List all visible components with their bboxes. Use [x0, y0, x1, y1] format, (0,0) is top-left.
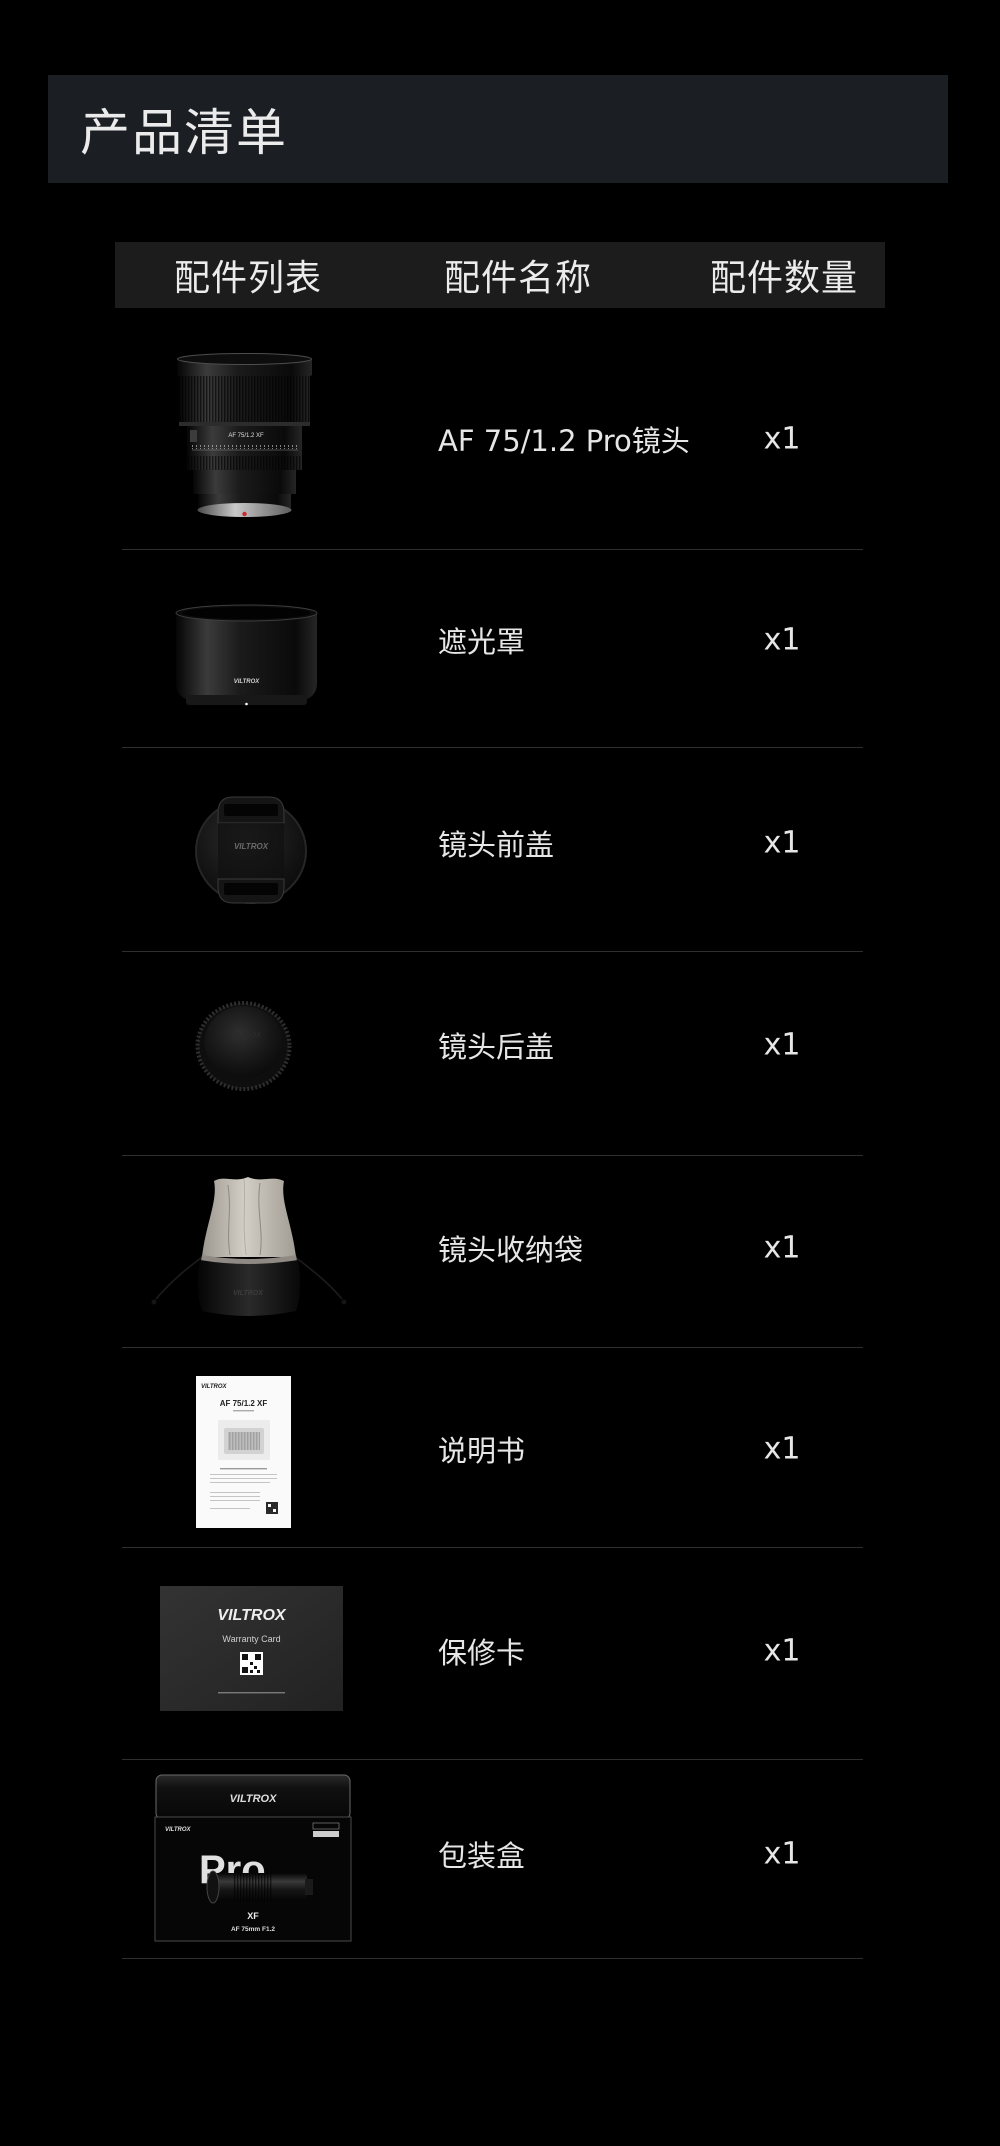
item-name: 保修卡: [438, 1636, 526, 1670]
cap-center-panel: [218, 823, 284, 879]
pouch-base: [197, 1260, 301, 1316]
manual-lens-photo: [218, 1420, 270, 1460]
lens-front-ring: [177, 353, 312, 376]
lens-label-text: AF 75/1.2 XF: [228, 433, 264, 439]
item-quantity: x1: [763, 421, 801, 457]
lens-label-section: AF 75/1.2 XF: [187, 426, 302, 456]
item-name: 镜头前盖: [438, 828, 555, 862]
lens-focus-ring: [179, 376, 310, 422]
manual-icon: VILTROX AF 75/1.2 XF: [196, 1376, 291, 1528]
item-quantity: x1: [763, 622, 801, 658]
item-name: 遮光罩: [438, 625, 526, 659]
lens-aperture-ring: [187, 456, 302, 470]
manual-subtitle-line: [233, 1410, 254, 1412]
warranty-title-text: Warranty Card: [222, 1634, 280, 1644]
item-name: AF 75/1.2 Pro镜头: [438, 424, 690, 458]
item-name: 镜头后盖: [438, 1030, 555, 1064]
item-quantity: x1: [763, 1431, 801, 1467]
cap-bottom-window: [224, 883, 278, 895]
table-row: VILTROX VILTROX Pro XF AF 75mm F1.2 包装盒 …: [122, 1760, 863, 1959]
lens-hood-icon: VILTROX: [175, 604, 318, 706]
item-name: 包装盒: [438, 1839, 526, 1873]
lens-pouch-icon: VILTROX: [151, 1177, 347, 1316]
packaging-box-icon: VILTROX VILTROX Pro XF AF 75mm F1.2: [154, 1774, 352, 1942]
table-header: 配件列表 配件名称 配件数量: [115, 242, 885, 308]
table-row: VILTROX 镜头前盖 x1: [122, 748, 863, 952]
box-lens-photo: [206, 1870, 313, 1904]
pouch-fabric-top: [201, 1177, 297, 1265]
table-row: VILTROX 遮光罩 x1: [122, 550, 863, 748]
lens-mount: [197, 494, 292, 517]
table-row: AF 75/1.2 XF AF 75/1.2 Pro镜头 x1: [122, 308, 863, 550]
item-quantity: x1: [763, 825, 801, 861]
rear-cap-top: [204, 1006, 283, 1078]
item-quantity: x1: [763, 1027, 801, 1063]
lens-ring-divider: [179, 422, 310, 426]
column-header-name: 配件名称: [443, 258, 593, 299]
pouch-brand-text: VILTROX: [233, 1290, 264, 1297]
box-lid-brand-text: VILTROX: [230, 1793, 278, 1805]
box-front-brand-text: VILTROX: [165, 1827, 192, 1833]
warranty-footer-line: [218, 1692, 285, 1694]
item-name: 说明书: [438, 1434, 526, 1468]
warranty-card-icon: VILTROX Warranty Card: [160, 1586, 343, 1711]
item-name: 镜头收纳袋: [438, 1233, 584, 1267]
item-quantity: x1: [763, 1836, 801, 1872]
manual-brand-text: VILTROX: [201, 1384, 228, 1390]
hood-opening: [182, 607, 311, 619]
table-row: VILTROX AF 75/1.2 XF 说明书 x1: [122, 1348, 863, 1548]
item-quantity: x1: [763, 1230, 801, 1266]
cap-top-window: [224, 804, 278, 816]
hood-brand-text: VILTROX: [234, 679, 261, 685]
item-quantity: x1: [763, 1633, 801, 1669]
warranty-qr-code: [240, 1652, 263, 1675]
rear-lens-cap-icon: VILTROX: [195, 1001, 292, 1091]
column-header-quantity: 配件数量: [709, 258, 859, 299]
table-row: VILTROX 镜头后盖 x1: [122, 952, 863, 1156]
title-bar: 产品清单: [48, 75, 948, 183]
warranty-brand-text: VILTROX: [217, 1607, 286, 1624]
column-header-image: 配件列表: [173, 258, 323, 299]
manual-title-text: AF 75/1.2 XF: [220, 1399, 268, 1408]
table-row: VILTROX Warranty Card 保修卡 x1: [122, 1548, 863, 1760]
box-mount-text: XF: [247, 1911, 259, 1921]
table-row: VILTROX 镜头收纳袋 x1: [122, 1156, 863, 1348]
hood-index-dot: [245, 702, 248, 706]
front-lens-cap-icon: VILTROX: [195, 796, 307, 904]
box-model-text: AF 75mm F1.2: [231, 1926, 275, 1933]
lens-body: [193, 470, 296, 494]
hood-body: [176, 613, 317, 701]
rear-cap-brand-text: VILTROX: [231, 1032, 262, 1039]
manual-qr-code: [266, 1502, 278, 1514]
page-title: 产品清单: [80, 104, 288, 162]
lens-icon: AF 75/1.2 XF: [177, 353, 312, 517]
cap-brand-text: VILTROX: [234, 842, 269, 851]
